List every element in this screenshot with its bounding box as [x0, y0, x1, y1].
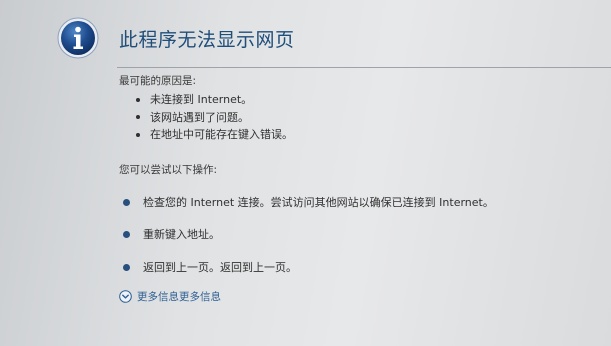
action-bullet: [123, 230, 130, 238]
action-item: 检查您的 Internet 连接。尝试访问其他网站以确保已连接到 Interne…: [123, 194, 494, 210]
error-page: 此程序无法显示网页 最可能的原因是: 未连接到 Internet。 该网站遇到了…: [0, 0, 611, 346]
cause-text: 未连接到 Internet。: [150, 93, 253, 106]
cause-item: 该网站遇到了问题。: [136, 109, 293, 127]
causes-heading: 最可能的原因是:: [119, 75, 197, 87]
chevron-down-circle-icon[interactable]: [119, 290, 132, 303]
page-title: 此程序无法显示网页: [119, 29, 295, 51]
title-divider: [117, 67, 611, 68]
bullet-dot: [136, 97, 140, 102]
more-info-label[interactable]: 更多信息更多信息: [137, 289, 221, 304]
action-item: 返回到上一页。返回到上一页。: [123, 259, 297, 275]
action-bullet: [123, 263, 130, 271]
actions-heading: 您可以尝试以下操作:: [119, 164, 218, 176]
cause-item: 在地址中可能存在键入错误。: [136, 126, 293, 144]
bullet-dot: [136, 132, 140, 137]
bullet-dot: [136, 115, 140, 120]
action-text: 检查您的 Internet 连接。尝试访问其他网站以确保已连接到 Interne…: [143, 196, 494, 209]
action-item: 重新键入地址。: [123, 226, 220, 242]
cause-text: 在地址中可能存在键入错误。: [150, 128, 293, 141]
action-bullet: [123, 198, 130, 206]
info-icon: [57, 17, 99, 59]
cause-list: 未连接到 Internet。 该网站遇到了问题。 在地址中可能存在键入错误。: [136, 91, 293, 144]
cause-text: 该网站遇到了问题。: [150, 110, 249, 124]
action-text: 重新键入地址。: [143, 228, 220, 241]
action-text: 返回到上一页。返回到上一页。: [143, 261, 297, 274]
cause-item: 未连接到 Internet。: [136, 91, 293, 109]
more-info-link[interactable]: 更多信息更多信息: [119, 289, 221, 304]
